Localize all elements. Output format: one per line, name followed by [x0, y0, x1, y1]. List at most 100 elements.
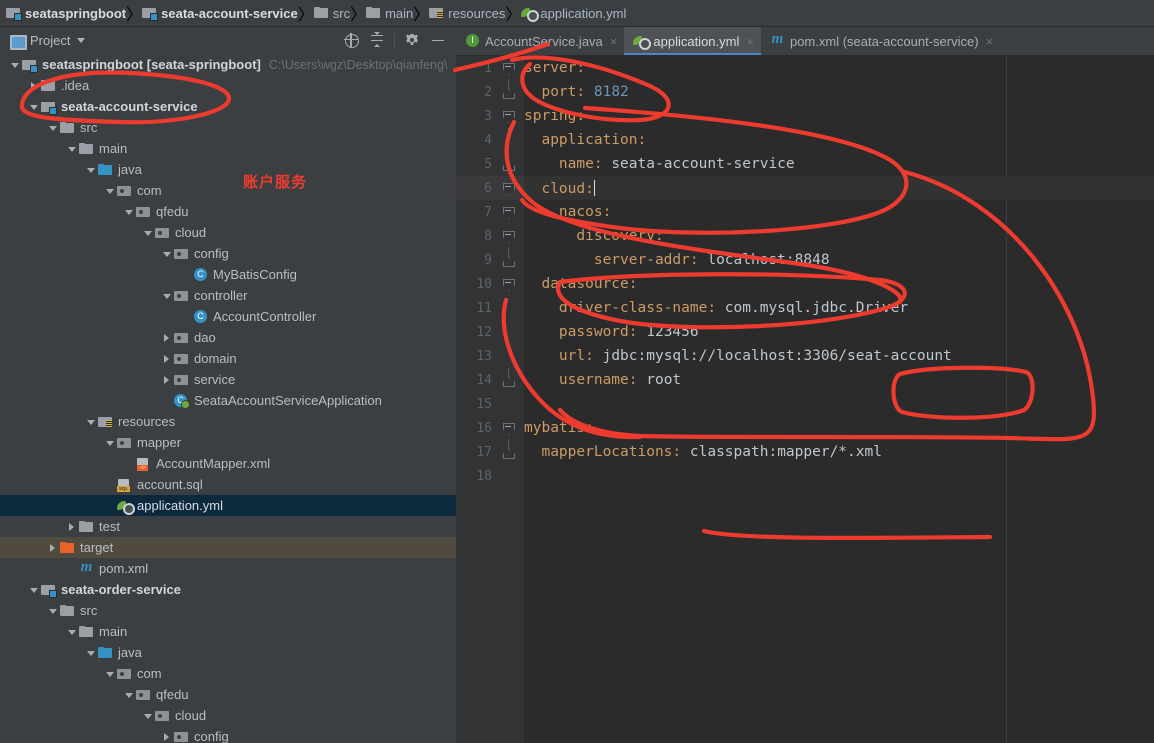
code-line-11[interactable]: 11 driver-class-name: com.mysql.jdbc.Dri…: [456, 296, 1154, 320]
chevron-down-icon[interactable]: [103, 663, 117, 684]
chevron-down-icon[interactable]: [84, 411, 98, 432]
code-line-14[interactable]: 14 username: root: [456, 368, 1154, 392]
tree-node-pom.xml[interactable]: pom.xml: [0, 558, 456, 579]
tree-node-target[interactable]: target: [0, 537, 456, 558]
tree-node-com[interactable]: com: [0, 663, 456, 684]
breadcrumb-item-src[interactable]: src: [313, 0, 350, 27]
chevron-down-icon[interactable]: [160, 285, 174, 306]
code-line-4[interactable]: 4 application:: [456, 128, 1154, 152]
chevron-down-icon[interactable]: [103, 432, 117, 453]
code-fold-icon[interactable]: [492, 80, 518, 104]
code-line-5[interactable]: 5 name: seata-account-service: [456, 152, 1154, 176]
chevron-down-icon[interactable]: [122, 201, 136, 222]
tree-node-account.sql[interactable]: account.sql: [0, 474, 456, 495]
code-line-6[interactable]: 6 cloud:: [456, 176, 1154, 200]
tree-node-test[interactable]: test: [0, 516, 456, 537]
code-fold-icon[interactable]: [492, 416, 518, 440]
tree-node-src[interactable]: src: [0, 600, 456, 621]
tree-node-mybatisconfig[interactable]: MyBatisConfig: [0, 264, 456, 285]
tree-node-java[interactable]: java: [0, 642, 456, 663]
chevron-right-icon[interactable]: [160, 348, 174, 369]
editor-tab-application.yml[interactable]: application.yml ×: [624, 27, 761, 55]
tree-node-controller[interactable]: controller: [0, 285, 456, 306]
code-editor[interactable]: 1 server: 2 port: 8182 3 spring: 4 applicatio…: [456, 56, 1154, 743]
close-icon[interactable]: ×: [986, 35, 994, 48]
code-fold-icon[interactable]: [492, 272, 518, 296]
chevron-down-icon[interactable]: [8, 54, 22, 75]
tree-node-main[interactable]: main: [0, 621, 456, 642]
collapse-all-icon[interactable]: [365, 30, 389, 52]
chevron-right-icon[interactable]: [160, 369, 174, 390]
tree-node-qfedu[interactable]: qfedu: [0, 684, 456, 705]
tree-node-seata-account-service[interactable]: seata-account-service: [0, 96, 456, 117]
chevron-down-icon[interactable]: [46, 600, 60, 621]
chevron-down-icon[interactable]: [122, 684, 136, 705]
close-icon[interactable]: ×: [610, 35, 618, 48]
code-fold-icon[interactable]: [492, 368, 518, 392]
tree-node-src[interactable]: src: [0, 117, 456, 138]
editor-tab-accountservice.java[interactable]: AccountService.java ×: [456, 27, 624, 55]
chevron-down-icon[interactable]: [84, 159, 98, 180]
breadcrumb-item-seata-account-service[interactable]: seata-account-service: [142, 0, 298, 27]
chevron-down-icon[interactable]: [65, 621, 79, 642]
tree-node-dao[interactable]: dao: [0, 327, 456, 348]
tree-node-com[interactable]: com: [0, 180, 456, 201]
chevron-right-icon[interactable]: [160, 327, 174, 348]
code-line-2[interactable]: 2 port: 8182: [456, 80, 1154, 104]
code-line-15[interactable]: 15: [456, 392, 1154, 416]
code-line-8[interactable]: 8 discovery:: [456, 224, 1154, 248]
chevron-down-icon[interactable]: [27, 96, 41, 117]
chevron-right-icon[interactable]: [160, 726, 174, 743]
tree-node-accountcontroller[interactable]: AccountController: [0, 306, 456, 327]
code-fold-icon[interactable]: [492, 224, 518, 248]
editor-tab-pom.xml-seata-account-service-[interactable]: pom.xml (seata-account-service) ×: [761, 27, 1000, 55]
code-line-3[interactable]: 3 spring:: [456, 104, 1154, 128]
tree-node-config[interactable]: config: [0, 726, 456, 743]
breadcrumb-item-resources[interactable]: resources: [429, 0, 505, 27]
tree-node-service[interactable]: service: [0, 369, 456, 390]
chevron-right-icon[interactable]: [46, 537, 60, 558]
breadcrumb-item-main[interactable]: main: [366, 0, 413, 27]
code-line-12[interactable]: 12 password: 123456: [456, 320, 1154, 344]
locate-icon[interactable]: [339, 30, 363, 52]
tree-node-config[interactable]: config: [0, 243, 456, 264]
chevron-down-icon[interactable]: [77, 38, 86, 43]
code-fold-icon[interactable]: [492, 248, 518, 272]
breadcrumb-item-seataspringboot[interactable]: seataspringboot: [6, 0, 126, 27]
code-line-1[interactable]: 1 server:: [456, 56, 1154, 80]
tree-node-domain[interactable]: domain: [0, 348, 456, 369]
tree-node-java[interactable]: java: [0, 159, 456, 180]
tree-node-cloud[interactable]: cloud: [0, 705, 456, 726]
chevron-right-icon[interactable]: [65, 516, 79, 537]
code-fold-icon[interactable]: [492, 56, 518, 80]
chevron-down-icon[interactable]: [65, 138, 79, 159]
tree-node-seata-order-service[interactable]: seata-order-service: [0, 579, 456, 600]
chevron-down-icon[interactable]: [84, 642, 98, 663]
code-line-9[interactable]: 9 server-addr: localhost:8848: [456, 248, 1154, 272]
tree-node-application.yml[interactable]: application.yml: [0, 495, 456, 516]
code-fold-icon[interactable]: [492, 176, 518, 200]
code-fold-icon[interactable]: [492, 200, 518, 224]
code-fold-icon[interactable]: [492, 152, 518, 176]
code-fold-icon[interactable]: [492, 440, 518, 464]
code-fold-icon[interactable]: [492, 128, 518, 152]
chevron-down-icon[interactable]: [103, 180, 117, 201]
tree-node-resources[interactable]: resources: [0, 411, 456, 432]
breadcrumb-item-application-yml[interactable]: application.yml: [521, 0, 626, 27]
close-icon[interactable]: ×: [746, 35, 754, 48]
chevron-down-icon[interactable]: [27, 579, 41, 600]
chevron-down-icon[interactable]: [46, 117, 60, 138]
code-line-18[interactable]: 18: [456, 464, 1154, 488]
chevron-down-icon[interactable]: [160, 243, 174, 264]
minimize-icon[interactable]: [426, 30, 450, 52]
code-line-10[interactable]: 10 datasource:: [456, 272, 1154, 296]
tree-node-accountmapper.xml[interactable]: AccountMapper.xml: [0, 453, 456, 474]
chevron-right-icon[interactable]: [27, 75, 41, 96]
tree-node-main[interactable]: main: [0, 138, 456, 159]
chevron-down-icon[interactable]: [141, 222, 155, 243]
code-line-17[interactable]: 17 mapperLocations: classpath:mapper/*.x…: [456, 440, 1154, 464]
tree-node-seataspringboot-seata-springboot-[interactable]: seataspringboot [seata-springboot] C:\Use…: [0, 54, 456, 75]
code-fold-icon[interactable]: [492, 104, 518, 128]
chevron-down-icon[interactable]: [141, 705, 155, 726]
code-line-7[interactable]: 7 nacos:: [456, 200, 1154, 224]
